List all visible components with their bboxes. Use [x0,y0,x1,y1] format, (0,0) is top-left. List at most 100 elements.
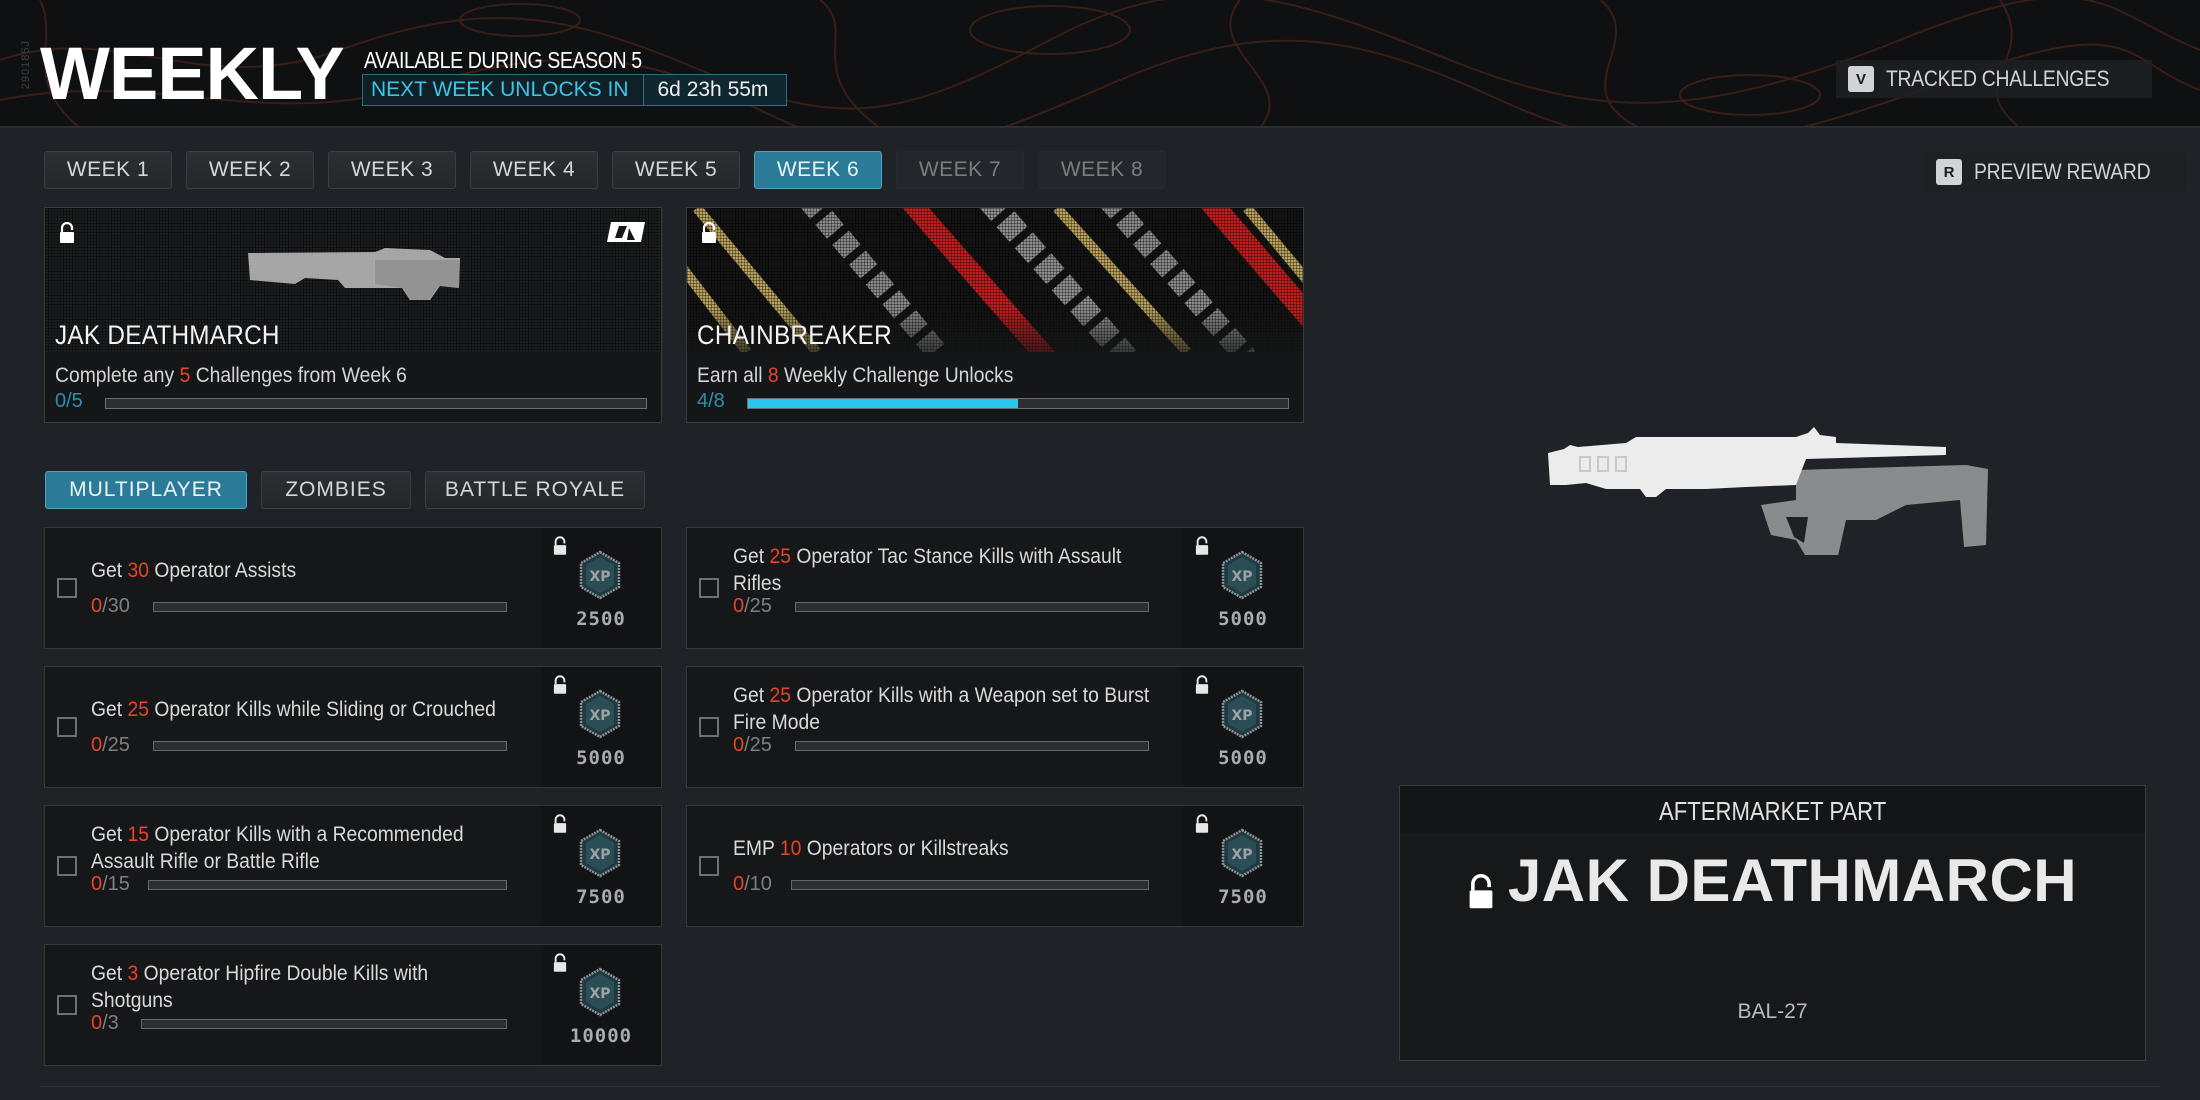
preview-reward-button[interactable]: R PREVIEW REWARD [1924,153,2187,191]
challenge-text-pre: Get [733,545,770,568]
challenge-text-post: Operators or Killstreaks [801,836,1009,860]
tab-week-5[interactable]: WEEK 5 [612,151,740,189]
key-v-icon: V [1848,66,1874,92]
tab-week-1[interactable]: WEEK 1 [44,151,172,189]
challenge-description: Get 15 Operator Kills with a Recommended… [91,816,551,880]
lock-icon [553,953,567,973]
challenge-progress-text: 0/15 [91,873,130,896]
track-checkbox[interactable] [699,856,719,876]
build-id: 290185J [20,40,32,90]
track-checkbox[interactable] [699,578,719,598]
challenge-text-pre: Get [91,697,128,721]
xp-amount: 5000 [1218,747,1268,769]
reward-progress-fill [748,399,1018,408]
tab-week-8[interactable]: WEEK 8 [1038,151,1166,189]
track-checkbox[interactable] [57,856,77,876]
tab-week-2[interactable]: WEEK 2 [186,151,314,189]
svg-text:XP: XP [589,708,610,724]
challenge-progress-total: /25 [102,734,130,756]
challenge-description: Get 25 Operator Kills while Sliding or C… [91,677,551,741]
challenge-description: Get 25 Operator Tac Stance Kills with As… [733,538,1193,602]
reward-description: Earn all 8 Weekly Challenge Unlocks [697,364,1013,388]
desc-post: Weekly Challenge Unlocks [778,364,1014,387]
challenge-target-number: 3 [127,962,139,985]
lock-icon [553,536,567,556]
tab-week-6[interactable]: WEEK 6 [754,151,882,189]
challenge-text-post: Operator Assists [149,558,297,582]
challenge-card[interactable]: Get 25 Operator Kills while Sliding or C… [44,666,662,788]
xp-icon: XP [1221,689,1263,739]
reward-progress-bar [105,398,647,409]
reward-card-jak-deathmarch[interactable]: JAK DEATHMARCH Complete any 5 Challenges… [44,207,662,423]
challenge-card[interactable]: Get 3 Operator Hipfire Double Kills with… [44,944,662,1066]
xp-amount: 7500 [576,886,626,908]
svg-text:XP: XP [1231,708,1252,724]
challenge-progress-total: /30 [102,595,130,617]
challenge-progress-text: 0/3 [91,1012,119,1035]
weapon-preview-image [1548,427,1988,555]
key-r-icon: R [1936,159,1962,185]
challenge-progress-text: 0/30 [91,595,130,618]
challenge-reward: XP 7500 [541,806,661,926]
page-header: 290185J WEEKLY AVAILABLE DURING SEASON 5… [0,0,2200,128]
reward-card-chainbreaker[interactable]: CHAINBREAKER Earn all 8 Weekly Challenge… [686,207,1304,423]
svg-text:XP: XP [589,986,610,1002]
challenge-progress-current: 0 [91,595,103,617]
tab-zombies[interactable]: ZOMBIES [261,471,411,509]
challenge-progress-total: /15 [102,873,130,895]
challenge-target-number: 25 [127,697,150,721]
reward-title: JAK DEATHMARCH [1400,846,2145,915]
challenge-progress-bar [148,880,507,890]
lock-icon [1195,675,1209,695]
challenge-reward: XP 7500 [1183,806,1303,926]
desc-number: 5 [179,364,191,387]
tab-week-4[interactable]: WEEK 4 [470,151,598,189]
reward-category: AFTERMARKET PART [1400,786,2145,833]
xp-amount: 10000 [569,1025,633,1047]
challenge-progress-text: 0/10 [733,873,772,896]
challenge-text-post: Operator Kills while Sliding or Crouched [149,697,496,721]
xp-icon: XP [579,828,621,878]
challenge-progress-total: /10 [744,873,772,895]
tab-battle-royale[interactable]: BATTLE ROYALE [425,471,645,509]
track-checkbox[interactable] [57,995,77,1015]
challenge-card[interactable]: EMP 10 Operators or Killstreaks 0/10 XP 750… [686,805,1304,927]
xp-icon: XP [1221,550,1263,600]
desc-pre: Earn all [697,364,768,387]
challenge-text-pre: Get [91,823,128,846]
challenge-progress-current: 0 [91,1012,103,1034]
challenge-text-pre: Get [733,684,770,707]
lock-icon [1195,536,1209,556]
track-checkbox[interactable] [699,717,719,737]
svg-text:XP: XP [589,569,610,585]
desc-pre: Complete any [55,364,180,387]
challenge-card[interactable]: Get 25 Operator Kills with a Weapon set … [686,666,1304,788]
challenge-card[interactable]: Get 25 Operator Tac Stance Kills with As… [686,527,1304,649]
challenge-target-number: 15 [127,823,150,846]
challenge-text-pre: Get [91,558,128,582]
tab-multiplayer[interactable]: MULTIPLAYER [45,471,247,509]
xp-icon: XP [579,967,621,1017]
challenge-progress-current: 0 [733,595,745,617]
challenge-card[interactable]: Get 30 Operator Assists 0/30 XP 2500 [44,527,662,649]
track-checkbox[interactable] [57,578,77,598]
track-checkbox[interactable] [57,717,77,737]
xp-amount: 2500 [576,608,626,630]
svg-text:XP: XP [589,847,610,863]
unlock-icon [701,221,717,244]
next-unlock-label: NEXT WEEK UNLOCKS IN [363,75,644,105]
reward-name: CHAINBREAKER [697,320,892,350]
challenge-progress-total: /25 [744,595,772,617]
challenge-text-post: Operator Tac Stance Kills with Assault R… [733,545,1122,595]
challenge-progress-bar [153,602,507,612]
challenge-description: EMP 10 Operators or Killstreaks [733,816,1193,880]
challenge-progress-bar [791,880,1149,890]
svg-text:XP: XP [1231,569,1252,585]
challenge-text-pre: Get [91,962,128,985]
challenge-target-number: 30 [127,558,150,582]
tab-week-3[interactable]: WEEK 3 [328,151,456,189]
tab-week-7[interactable]: WEEK 7 [896,151,1024,189]
challenge-reward: XP 2500 [541,528,661,648]
tracked-challenges-button[interactable]: V TRACKED CHALLENGES [1836,60,2152,98]
challenge-card[interactable]: Get 15 Operator Kills with a Recommended… [44,805,662,927]
